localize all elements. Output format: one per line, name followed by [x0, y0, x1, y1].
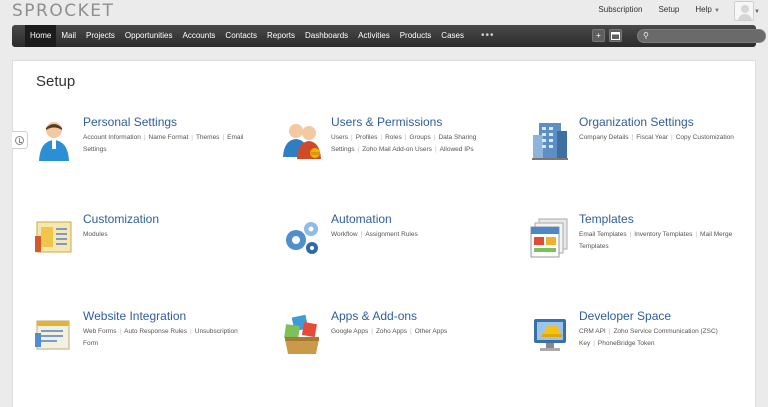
nav-tab-activities[interactable]: Activities — [353, 25, 395, 47]
module-link[interactable]: Inventory Templates — [634, 231, 692, 238]
module-title[interactable]: Apps & Add-ons — [331, 309, 417, 323]
nav-tab-products[interactable]: Products — [395, 25, 437, 47]
link-separator: | — [695, 231, 698, 238]
developer-icon[interactable] — [529, 313, 571, 355]
user-head-icon — [741, 5, 749, 13]
module-links: Workflow | Assignment Rules — [331, 229, 499, 241]
apps-icon[interactable] — [281, 313, 323, 355]
clock-icon — [15, 136, 24, 145]
nav-tab-opportunities[interactable]: Opportunities — [120, 25, 178, 47]
module-link[interactable]: Groups — [409, 134, 430, 141]
search-icon: ⚲ — [643, 31, 649, 40]
module-links: Company Details | Fiscal Year | Copy Customi… — [579, 132, 747, 144]
module-link[interactable]: Name Format — [149, 134, 189, 141]
nav-tab-mail[interactable]: Mail — [56, 25, 81, 47]
module-link[interactable]: PhoneBridge Token — [598, 340, 655, 347]
avatar-chevron-down-icon[interactable]: ▼ — [754, 9, 760, 15]
search-input[interactable]: ⚲ — [637, 29, 766, 43]
module-link[interactable]: Fiscal Year — [636, 134, 668, 141]
module-link[interactable]: Auto Response Rules — [124, 328, 187, 335]
nav-more-button[interactable]: ••• — [469, 25, 500, 47]
nav-items: Home Mail Projects Opportunities Accounts Con… — [25, 25, 500, 47]
module-link[interactable]: Zoho Apps — [376, 328, 407, 335]
module-links: Modules — [83, 229, 251, 241]
recent-items-tab[interactable] — [12, 131, 28, 149]
link-separator: | — [350, 134, 353, 141]
help-menu[interactable]: Help ▼ — [695, 5, 720, 14]
module-link[interactable]: Zoho Mail Add-on Users — [362, 146, 432, 153]
module-link[interactable]: Web Forms — [83, 328, 116, 335]
calendar-button[interactable] — [609, 29, 622, 42]
nav-tab-projects[interactable]: Projects — [81, 25, 120, 47]
nav-tab-home[interactable]: Home — [25, 25, 57, 47]
module-links: Account Information | Name Format | Themes | E… — [83, 132, 251, 156]
link-separator: | — [371, 328, 373, 335]
module-title[interactable]: Users & Permissions — [331, 115, 442, 129]
module-links: CRM API | Zoho Service Communication (ZSC)… — [579, 326, 747, 350]
link-separator: | — [410, 328, 412, 335]
main-nav: Home Mail Projects Opportunities Accounts Con… — [12, 25, 766, 47]
nav-tab-contacts[interactable]: Contacts — [220, 25, 262, 47]
module-title[interactable]: Customization — [83, 212, 159, 226]
web-forms-icon[interactable] — [33, 313, 75, 355]
module-title[interactable]: Organization Settings — [579, 115, 694, 129]
module-link[interactable]: Roles — [385, 134, 402, 141]
module-links: Email Templates | Inventory Templates | Mail… — [579, 229, 747, 253]
module-link[interactable]: Workflow — [331, 231, 358, 238]
setup-link[interactable]: Setup — [658, 5, 679, 14]
link-separator: | — [143, 134, 146, 141]
gears-icon[interactable] — [281, 216, 323, 258]
chevron-down-icon: ▼ — [714, 8, 720, 14]
link-separator: | — [380, 134, 383, 141]
module-links: Google Apps | Zoho Apps | Other Apps — [331, 326, 499, 338]
module-title[interactable]: Website Integration — [83, 309, 186, 323]
calendar-icon — [611, 32, 620, 40]
module-link[interactable]: Profiles — [356, 134, 378, 141]
layout-icon[interactable] — [33, 216, 75, 258]
templates-icon[interactable] — [529, 216, 571, 258]
link-separator: | — [191, 134, 193, 141]
module-title[interactable]: Automation — [331, 212, 392, 226]
avatar[interactable] — [734, 1, 754, 21]
nav-tab-accounts[interactable]: Accounts — [178, 25, 221, 47]
quick-create-button[interactable]: + — [592, 29, 605, 42]
link-separator: | — [593, 340, 595, 347]
building-icon[interactable] — [529, 119, 571, 161]
module-links: Web Forms | Auto Response Rules | Unsubscrip… — [83, 326, 251, 350]
nav-tab-reports[interactable]: Reports — [262, 25, 300, 47]
module-link[interactable]: Company Details — [579, 134, 629, 141]
module-link[interactable]: Modules — [83, 231, 108, 238]
top-links: Subscription Setup Help ▼ — [598, 5, 720, 14]
link-separator: | — [671, 134, 673, 141]
plus-icon: + — [596, 31, 601, 40]
user-body-icon — [738, 14, 752, 20]
module-link[interactable]: Google Apps — [331, 328, 368, 335]
module-link[interactable]: Allowed IPs — [440, 146, 474, 153]
module-link[interactable]: Themes — [196, 134, 219, 141]
top-bar: SPROCKET Subscription Setup Help ▼ ▼ — [0, 0, 768, 24]
page-title: Setup — [36, 73, 76, 90]
subscription-link[interactable]: Subscription — [598, 5, 642, 14]
module-title[interactable]: Templates — [579, 212, 634, 226]
module-link[interactable]: Account Information — [83, 134, 141, 141]
module-link[interactable]: CRM API — [579, 328, 606, 335]
link-separator: | — [222, 134, 225, 141]
module-link[interactable]: Users — [331, 134, 348, 141]
setup-panel: Setup Personal Settings Account Informati… — [12, 60, 756, 407]
module-link[interactable]: Copy Customization — [676, 134, 734, 141]
link-separator: | — [190, 328, 192, 335]
module-link[interactable]: Other Apps — [415, 328, 448, 335]
module-title[interactable]: Developer Space — [579, 309, 671, 323]
brand-logo[interactable]: SPROCKET — [12, 1, 114, 21]
users-icon[interactable] — [281, 119, 323, 161]
link-separator: | — [434, 146, 437, 153]
module-links: Users | Profiles | Roles | Groups | Data Sharing… — [331, 132, 499, 156]
person-icon[interactable] — [33, 119, 75, 161]
module-link[interactable]: Email Templates — [579, 231, 627, 238]
nav-tab-dashboards[interactable]: Dashboards — [300, 25, 353, 47]
module-link[interactable]: Assignment Rules — [365, 231, 417, 238]
help-label: Help — [695, 5, 712, 14]
module-title[interactable]: Personal Settings — [83, 115, 177, 129]
nav-tab-cases[interactable]: Cases — [436, 25, 469, 47]
